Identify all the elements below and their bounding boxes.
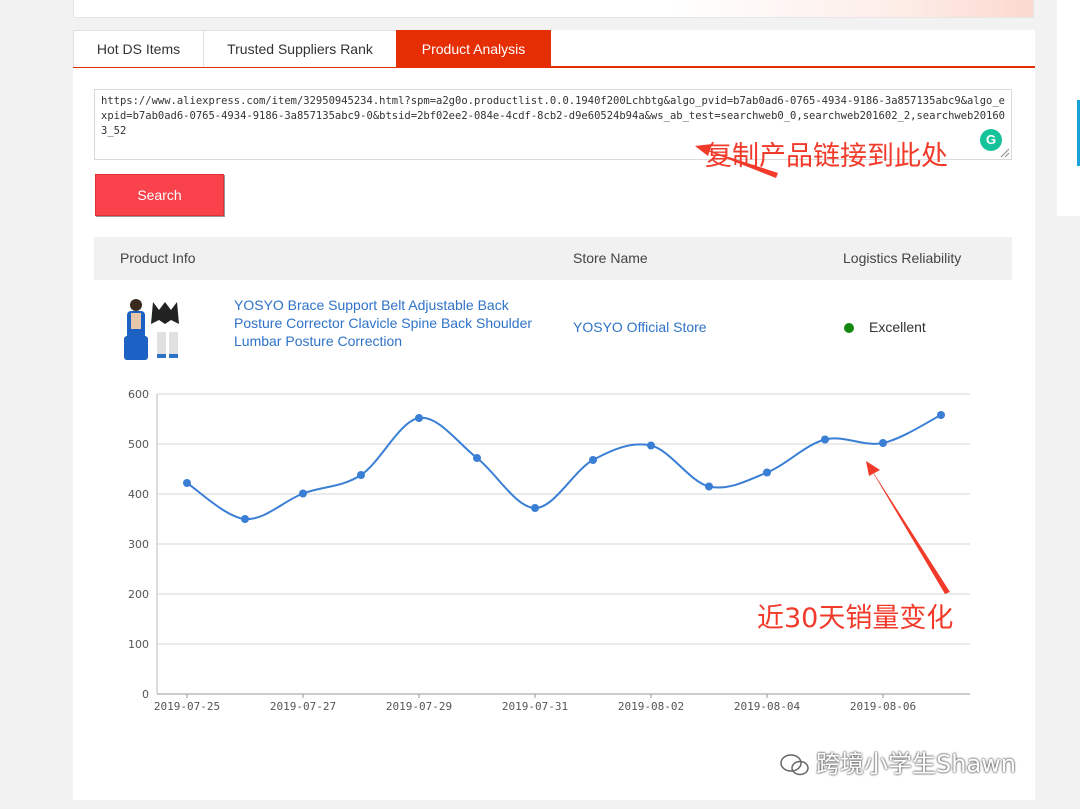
data-point[interactable] <box>821 435 829 444</box>
data-point[interactable] <box>241 515 249 523</box>
data-point[interactable] <box>531 504 539 512</box>
data-point[interactable] <box>705 482 713 491</box>
watermark: 跨境小学生Shawn <box>780 744 1016 779</box>
wechat-icon <box>780 754 809 776</box>
x-tick-label: 2019-07-29 <box>386 700 452 713</box>
y-tick-label: 600 <box>128 388 149 401</box>
data-point[interactable] <box>589 456 597 464</box>
data-point[interactable] <box>415 414 423 422</box>
y-tick-label: 0 <box>142 688 149 701</box>
x-tick-label: 2019-08-04 <box>734 700 801 713</box>
data-point[interactable] <box>183 479 191 487</box>
annotation-copy-link: 复制产品链接到此处 <box>705 141 948 172</box>
x-tick-label: 2019-08-02 <box>618 700 684 713</box>
right-sidebar-strip <box>1057 0 1080 216</box>
chart-y-ticks: 0 100 200 300 400 500 600 <box>128 388 149 701</box>
data-point[interactable] <box>879 439 887 447</box>
data-point[interactable] <box>357 471 365 479</box>
y-tick-label: 500 <box>128 438 149 451</box>
y-tick-label: 300 <box>128 538 149 551</box>
data-point[interactable] <box>937 411 945 419</box>
annotation-sales-change: 近30天销量变化 <box>757 603 954 634</box>
x-tick-label: 2019-07-27 <box>270 700 336 713</box>
chart-x-ticks: 2019-07-25 2019-07-27 2019-07-29 2019-07-31… <box>154 694 916 713</box>
data-point[interactable] <box>647 441 655 450</box>
data-point[interactable] <box>763 468 771 477</box>
watermark-text: 跨境小学生Shawn <box>816 750 1016 778</box>
data-point[interactable] <box>473 454 481 462</box>
data-point[interactable] <box>299 489 307 498</box>
series-line <box>186 414 942 521</box>
y-tick-label: 200 <box>128 588 149 601</box>
top-banner <box>73 0 1034 18</box>
y-tick-label: 100 <box>128 638 149 651</box>
x-tick-label: 2019-08-06 <box>850 700 916 713</box>
x-tick-label: 2019-07-25 <box>154 700 220 713</box>
y-tick-label: 400 <box>128 488 149 501</box>
chart-points <box>183 411 945 523</box>
x-tick-label: 2019-07-31 <box>502 700 568 713</box>
